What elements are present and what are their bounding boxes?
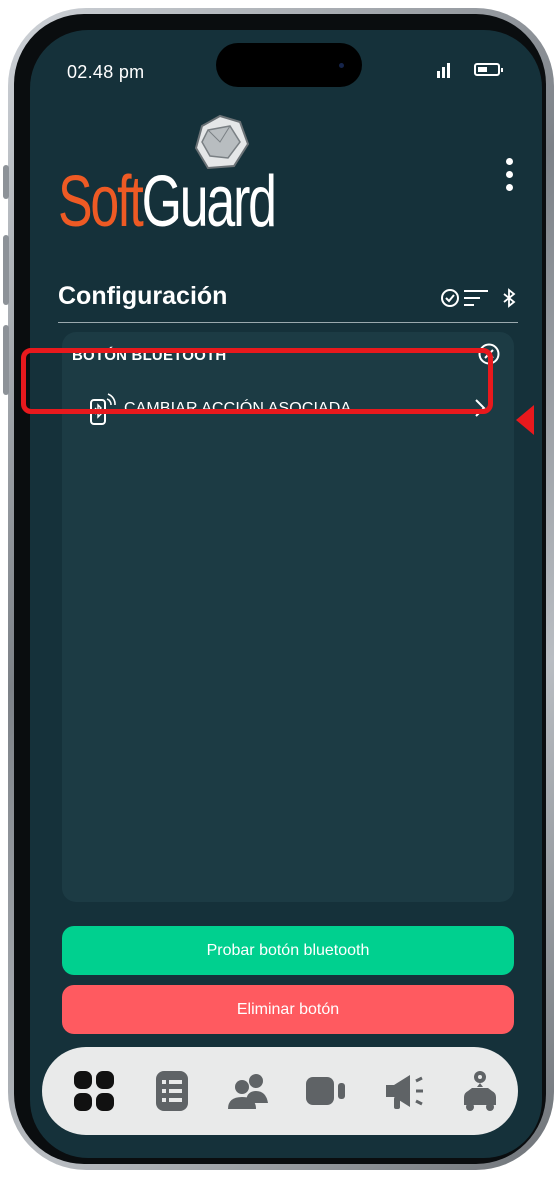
page-header: Configuración [58, 280, 518, 323]
softguard-logo: SoftGuard [58, 112, 278, 248]
signal-icon [437, 62, 453, 78]
bluetooth-button-panel: BOTÓN BLUETOOTH CAMBIAR ACCIÓN ASOCIADA [62, 332, 514, 902]
video-camera-icon[interactable] [304, 1069, 348, 1113]
delete-button[interactable]: Eliminar botón [62, 985, 514, 1034]
check-circle-icon[interactable] [440, 288, 460, 308]
side-button [3, 325, 9, 395]
bluetooth-icon[interactable] [502, 288, 516, 308]
pointer-arrow [516, 405, 534, 435]
status-time: 02.48 pm [67, 62, 145, 82]
app-screen: 02.48 pm SoftGuard Configuración BOTÓN B… [30, 30, 542, 1158]
location-car-icon[interactable] [458, 1069, 502, 1113]
bottom-nav [42, 1047, 518, 1135]
filter-lines-icon[interactable] [462, 288, 490, 308]
list-icon[interactable] [150, 1069, 194, 1113]
battery-icon [474, 63, 503, 76]
highlight-box [21, 348, 493, 414]
logo-soft: Soft [58, 162, 144, 242]
side-button [3, 235, 9, 305]
page-title: Configuración [58, 282, 228, 310]
side-button [3, 165, 9, 199]
test-bluetooth-button[interactable]: Probar botón bluetooth [62, 926, 514, 975]
status-bar: 02.48 pm [30, 30, 542, 110]
logo-wordmark: SoftGuard [58, 162, 277, 242]
dashboard-grid-icon[interactable] [72, 1069, 116, 1113]
megaphone-icon[interactable] [382, 1069, 426, 1113]
users-icon[interactable] [226, 1069, 270, 1113]
overflow-menu-icon[interactable] [500, 156, 520, 194]
dynamic-island [216, 43, 362, 87]
logo-guard: Guard [141, 162, 277, 242]
